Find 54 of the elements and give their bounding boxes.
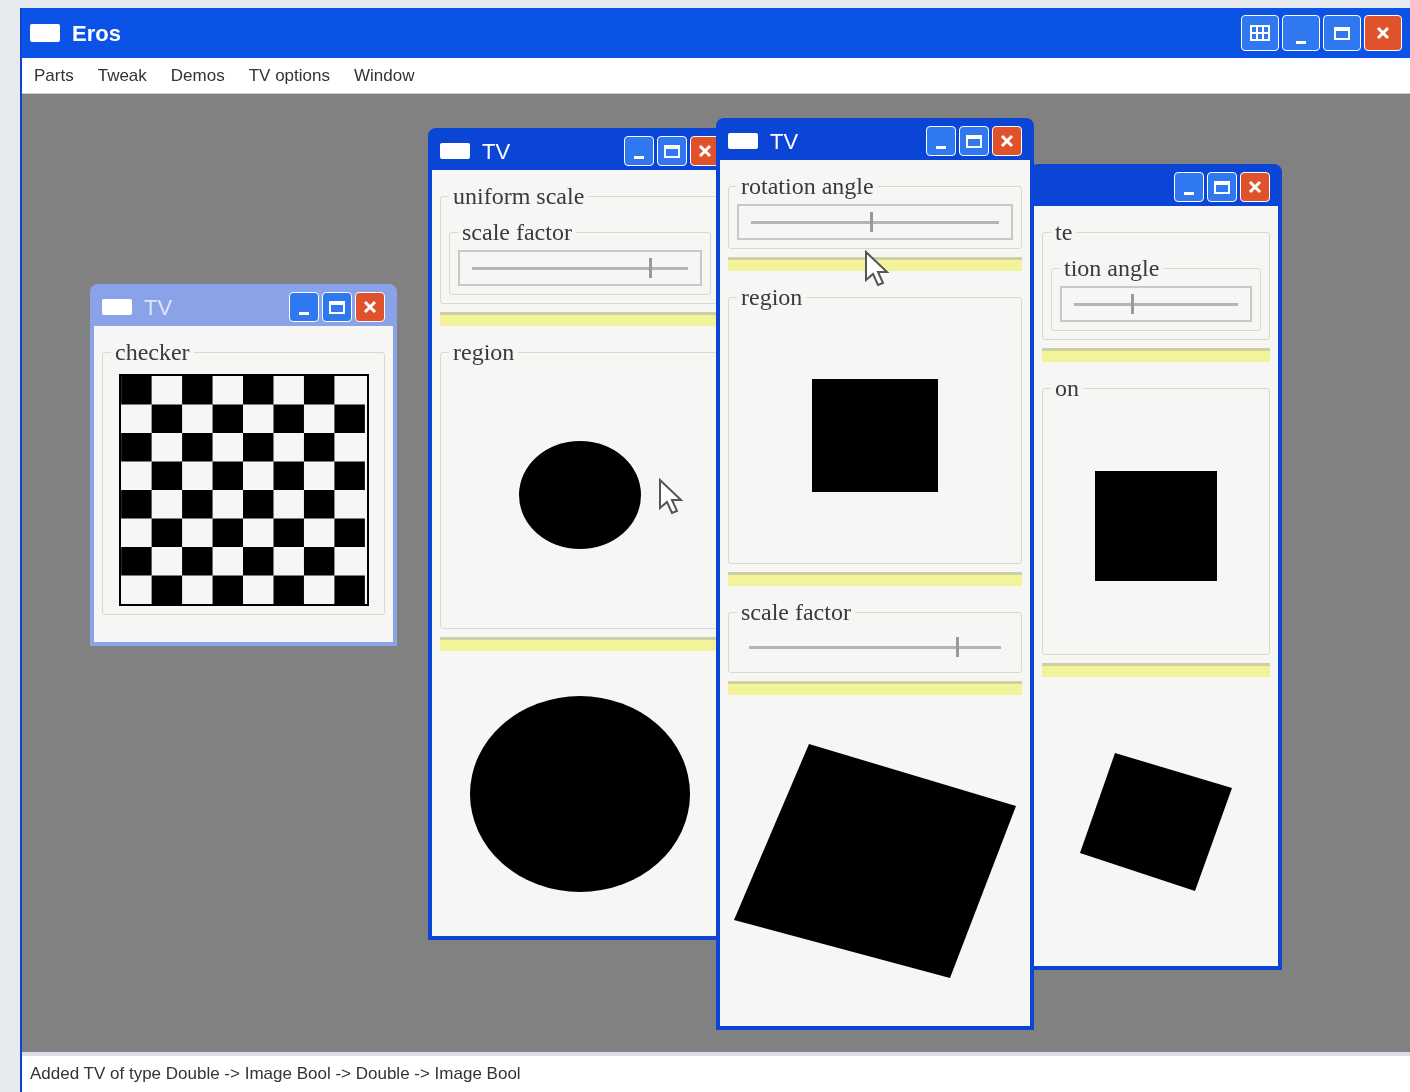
window-icon xyxy=(30,24,60,42)
group-label: checker xyxy=(114,338,191,367)
group-label: tion angle xyxy=(1063,254,1161,283)
close-button[interactable] xyxy=(1364,15,1402,51)
close-icon xyxy=(697,143,713,159)
menu-item[interactable]: TV options xyxy=(248,62,330,89)
group-label: rotation angle xyxy=(740,172,875,201)
close-icon xyxy=(1375,25,1391,41)
minimize-button[interactable] xyxy=(1282,15,1320,51)
minimize-button[interactable] xyxy=(926,126,956,156)
maximize-button[interactable] xyxy=(1207,172,1237,202)
window-title: TV xyxy=(482,137,511,166)
menu-item[interactable]: Window xyxy=(353,62,415,89)
close-button[interactable] xyxy=(992,126,1022,156)
close-button[interactable] xyxy=(1240,172,1270,202)
window-icon xyxy=(440,143,470,159)
grid-button[interactable] xyxy=(1241,15,1279,51)
group-label: uniform scale xyxy=(452,182,586,211)
close-button[interactable] xyxy=(355,292,385,322)
app-title: Eros xyxy=(72,19,121,48)
maximize-button[interactable] xyxy=(1323,15,1361,51)
grid-icon xyxy=(1250,25,1270,41)
menu-item[interactable]: Demos xyxy=(170,62,225,89)
group-label: region xyxy=(740,283,804,312)
group-label: scale factor xyxy=(461,218,573,247)
mouse-cursor-icon xyxy=(864,250,890,288)
close-icon xyxy=(1247,179,1263,195)
slider-thumb[interactable] xyxy=(870,211,874,232)
maximize-button[interactable] xyxy=(322,292,352,322)
group-label: region xyxy=(452,338,516,367)
slider[interactable] xyxy=(458,250,702,286)
status-text: Added TV of type Double -> Image Bool -> Double -> Image Bool xyxy=(30,1063,521,1086)
group-label: te xyxy=(1054,218,1074,247)
maximize-button[interactable] xyxy=(657,136,687,166)
close-icon xyxy=(362,299,378,315)
minimize-button[interactable] xyxy=(1174,172,1204,202)
slider-thumb[interactable] xyxy=(649,257,653,278)
slider[interactable] xyxy=(1060,286,1252,322)
window-icon xyxy=(728,133,758,149)
minimize-button[interactable] xyxy=(289,292,319,322)
group-label: scale factor xyxy=(740,598,852,627)
slider-thumb[interactable] xyxy=(1131,293,1135,314)
window-title: TV xyxy=(770,127,799,156)
menu-item[interactable]: Tweak xyxy=(97,62,147,89)
window-title: TV xyxy=(144,293,173,322)
menu-item[interactable]: Parts xyxy=(34,62,74,89)
slider-thumb[interactable] xyxy=(955,636,959,657)
mouse-cursor-icon xyxy=(658,478,684,516)
close-icon xyxy=(999,133,1015,149)
group-label: on xyxy=(1054,374,1080,403)
window-icon xyxy=(102,299,132,315)
slider[interactable] xyxy=(737,204,1013,240)
minimize-button[interactable] xyxy=(624,136,654,166)
maximize-button[interactable] xyxy=(959,126,989,156)
